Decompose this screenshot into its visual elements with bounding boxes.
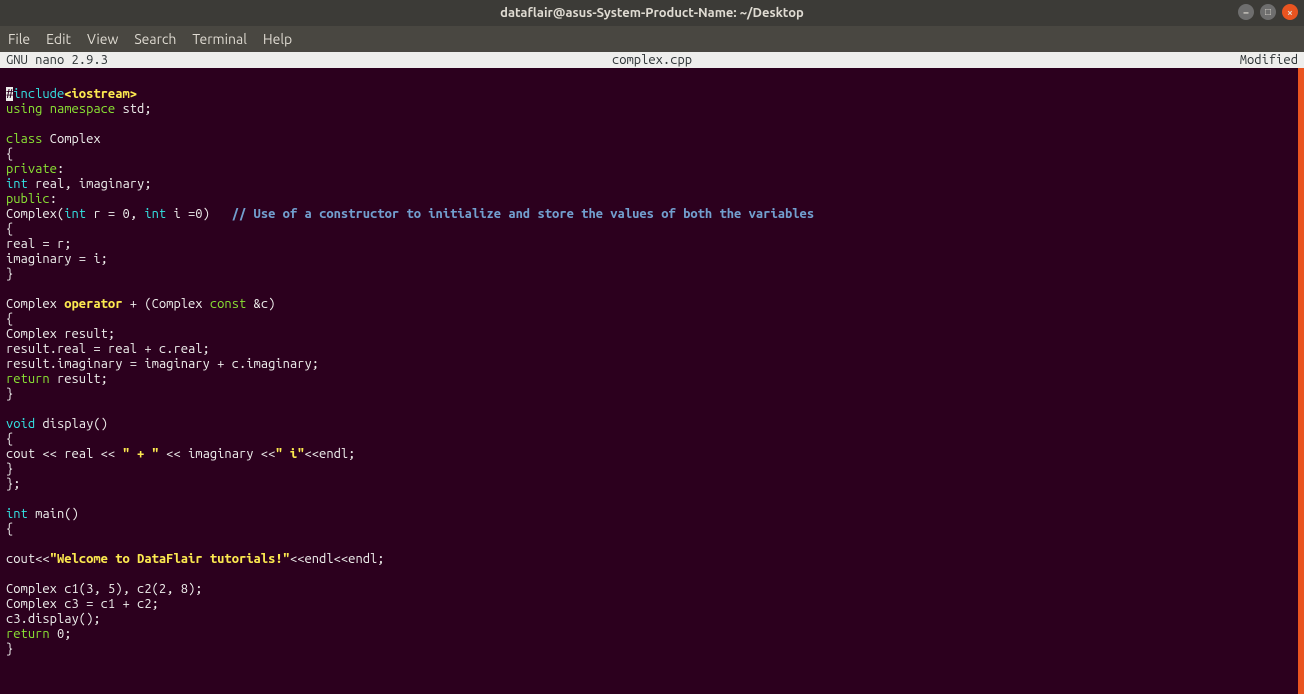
window-controls: – □ × (1238, 4, 1298, 20)
nano-version: GNU nano 2.9.3 (6, 53, 108, 67)
code-token: int (144, 207, 166, 221)
minimize-icon[interactable]: – (1238, 4, 1254, 20)
code-string: " i" (275, 447, 304, 461)
nano-filename: complex.cpp (612, 53, 692, 67)
code-token: return (6, 627, 50, 641)
menubar: File Edit View Search Terminal Help (0, 26, 1304, 52)
code-token: }; (6, 477, 21, 491)
code-token: { (6, 222, 13, 236)
code-token: : (57, 162, 64, 176)
code-token: r = 0, (86, 207, 144, 221)
code-token: } (6, 462, 13, 476)
code-token: 0; (50, 627, 72, 641)
code-token: Complex c3 = c1 + c2; (6, 597, 159, 611)
code-token: int (64, 207, 86, 221)
code-token: cout<< (6, 552, 50, 566)
menu-file[interactable]: File (8, 31, 30, 47)
code-token: display() (35, 417, 108, 431)
code-token: real = r; (6, 237, 72, 251)
code-token: void (6, 417, 35, 431)
code-token: operator (64, 297, 122, 311)
code-token: class (6, 132, 42, 146)
editor-area[interactable]: #include<iostream> using namespace std; … (0, 68, 1304, 661)
code-token: &c) (246, 297, 275, 311)
code-token: } (6, 387, 13, 401)
code-token: cout << real << (6, 447, 122, 461)
code-token: std; (115, 102, 151, 116)
code-token: result.real = real + c.real; (6, 342, 210, 356)
code-token: { (6, 312, 13, 326)
code-token: int (6, 177, 28, 191)
code-token: } (6, 267, 13, 281)
code-token: Complex( (6, 207, 64, 221)
menu-help[interactable]: Help (263, 31, 292, 47)
code-token: real, imaginary; (28, 177, 152, 191)
code-token: Complex (42, 132, 100, 146)
code-token: : (50, 192, 57, 206)
code-string: "Welcome to DataFlair tutorials!" (50, 552, 290, 566)
code-token: <<endl; (305, 447, 356, 461)
code-token: result; (50, 372, 108, 386)
menu-search[interactable]: Search (134, 31, 176, 47)
close-icon[interactable]: × (1282, 4, 1298, 20)
code-token: const (210, 297, 246, 311)
code-token: public (6, 192, 50, 206)
code-token: c3.display(); (6, 612, 101, 626)
code-token: return (6, 372, 50, 386)
code-token: << imaginary << (159, 447, 275, 461)
nano-modified-status: Modified (1240, 53, 1298, 67)
menu-view[interactable]: View (87, 31, 118, 47)
menu-terminal[interactable]: Terminal (192, 31, 247, 47)
code-token: Complex result; (6, 327, 115, 341)
code-token: } (6, 642, 13, 656)
code-token: Complex c1(3, 5), c2(2, 8); (6, 582, 203, 596)
code-token: + (Complex (123, 297, 210, 311)
code-token: using (6, 102, 42, 116)
code-token: private (6, 162, 57, 176)
code-token: <iostream> (64, 87, 137, 101)
code-token: Complex (6, 297, 64, 311)
code-token: { (6, 432, 13, 446)
titlebar: dataflair@asus-System-Product-Name: ~/De… (0, 0, 1304, 26)
code-token: imaginary = i; (6, 252, 108, 266)
code-token: <<endl<<endl; (290, 552, 385, 566)
code-token: main() (28, 507, 79, 521)
code-token: result.imaginary = imaginary + c.imagina… (6, 357, 319, 371)
code-string: " + " (122, 447, 158, 461)
scrollbar[interactable] (1298, 68, 1304, 694)
code-comment: // Use of a constructor to initialize an… (232, 207, 814, 221)
maximize-icon[interactable]: □ (1260, 4, 1276, 20)
menu-edit[interactable]: Edit (46, 31, 71, 47)
code-token: include (13, 87, 64, 101)
code-token: namespace (50, 102, 116, 116)
code-token: i =0) (166, 207, 232, 221)
code-token: { (6, 522, 13, 536)
window-title: dataflair@asus-System-Product-Name: ~/De… (500, 6, 804, 20)
nano-statusbar: GNU nano 2.9.3 complex.cpp Modified (0, 52, 1304, 68)
code-token: { (6, 147, 13, 161)
code-token: int (6, 507, 28, 521)
